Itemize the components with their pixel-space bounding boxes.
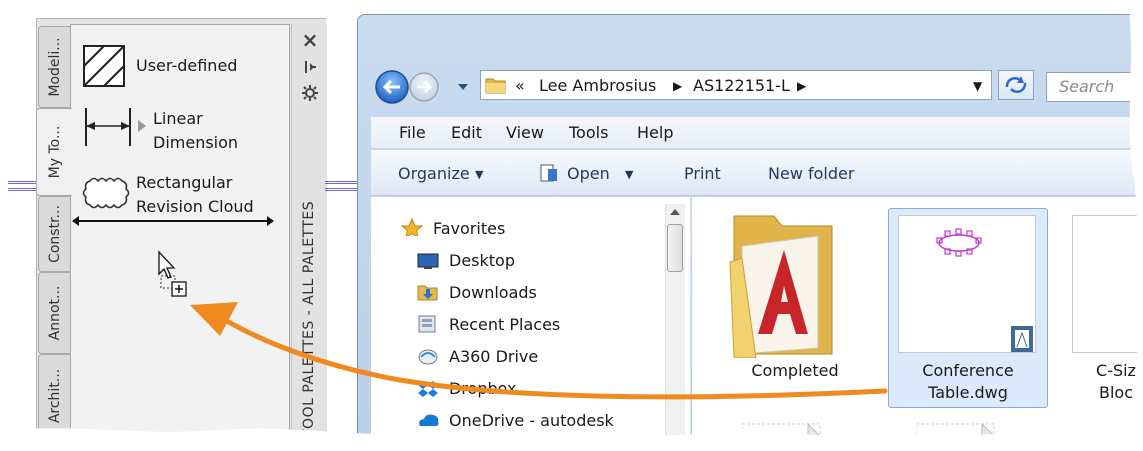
tab-my-tools[interactable]: My To... xyxy=(36,108,72,196)
tab-label: My To... xyxy=(46,125,63,179)
drag-arrow-annotation xyxy=(190,302,888,400)
